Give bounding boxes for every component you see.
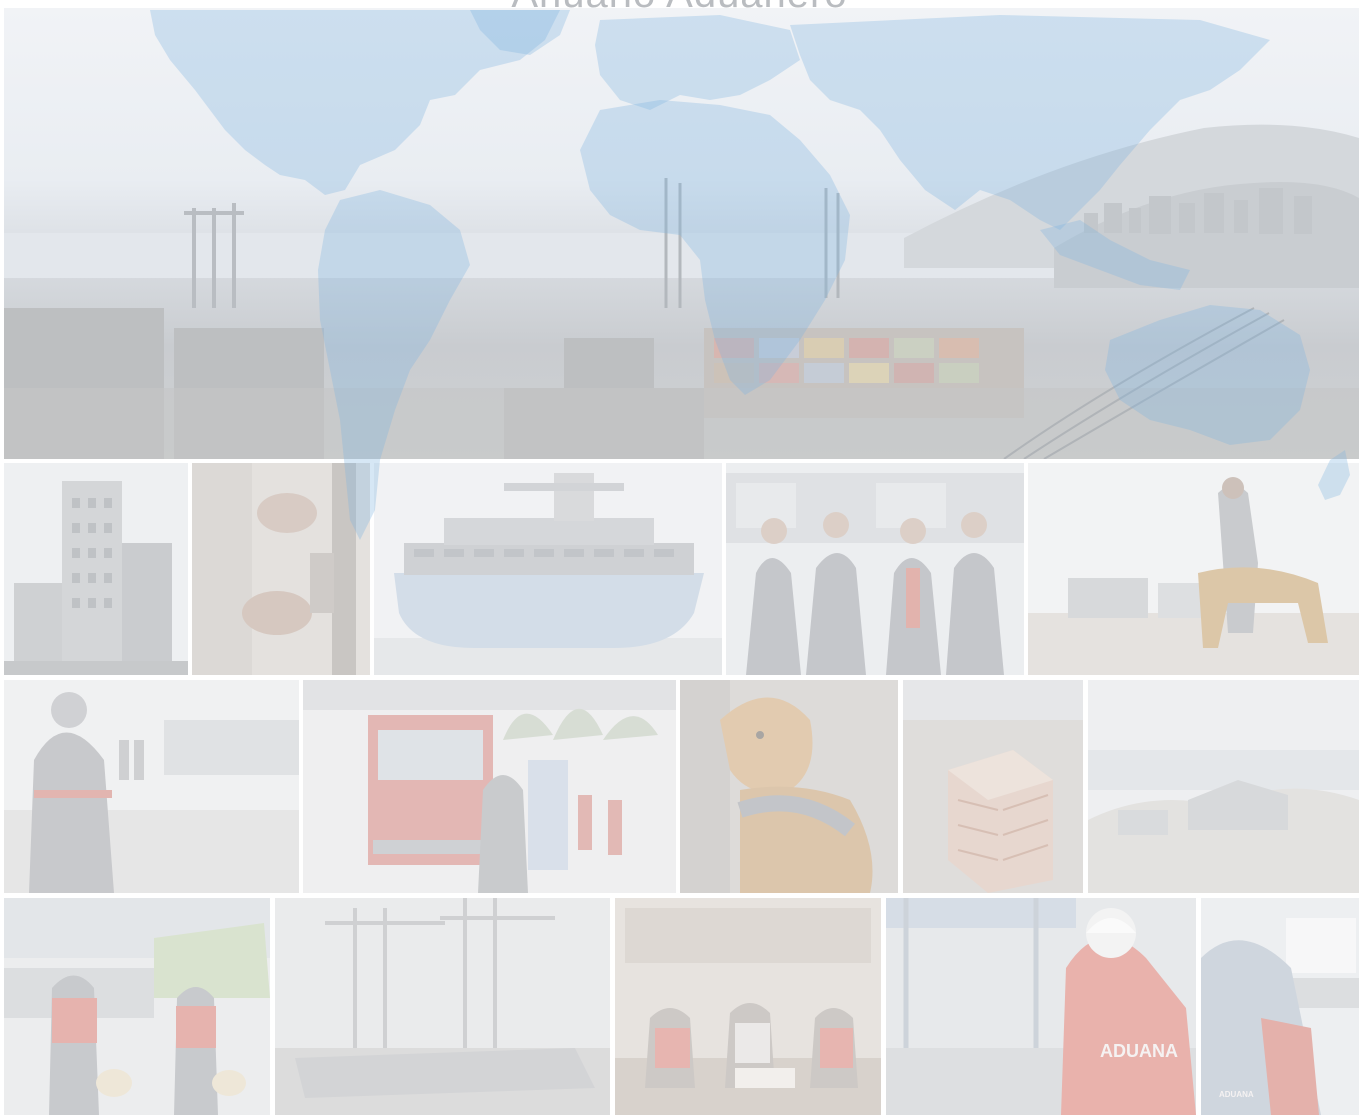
page-title: Anuario Aduanero bbox=[0, 0, 1359, 8]
photo-tower-building bbox=[4, 463, 188, 675]
container-ship-illustration bbox=[374, 463, 722, 675]
photo-officer-street bbox=[4, 680, 299, 893]
inspection-desk-illustration bbox=[615, 898, 881, 1115]
photo-cargo-boxes bbox=[903, 680, 1083, 893]
photo-officers-with-dogs bbox=[4, 898, 270, 1115]
photo-officer-computer: ADUANA bbox=[1201, 898, 1359, 1115]
cargo-boxes-illustration bbox=[903, 680, 1083, 893]
photo-detection-dog bbox=[680, 680, 898, 893]
page: Anuario Aduanero bbox=[0, 0, 1359, 1115]
photo-red-truck-inspection bbox=[303, 680, 676, 893]
aduana-vest-label: ADUANA bbox=[1100, 1041, 1178, 1061]
photo-hands-inspection bbox=[192, 463, 370, 675]
photo-inspection-desk bbox=[615, 898, 881, 1115]
aduana-small-label: ADUANA bbox=[1219, 1090, 1254, 1099]
hero-port-panorama bbox=[4, 8, 1359, 459]
title-strip: Anuario Aduanero bbox=[0, 0, 1359, 8]
crane-worker-illustration bbox=[886, 898, 1196, 1115]
officer-dog-illustration bbox=[1028, 463, 1359, 675]
hands-inspection-illustration bbox=[192, 463, 370, 675]
red-truck-illustration bbox=[303, 680, 676, 893]
port-panorama-illustration bbox=[4, 124, 1359, 459]
photo-container-crane-worker: ADUANA bbox=[886, 898, 1196, 1115]
officer-computer-illustration bbox=[1201, 898, 1359, 1115]
photo-coastal-town bbox=[1088, 680, 1359, 893]
photo-port-cranes bbox=[275, 898, 610, 1115]
tower-building-illustration bbox=[4, 463, 188, 675]
officer-street-illustration bbox=[4, 680, 299, 893]
photo-officer-with-dog bbox=[1028, 463, 1359, 675]
photo-container-ship bbox=[374, 463, 722, 675]
detection-dog-illustration bbox=[680, 680, 898, 893]
coastal-town-illustration bbox=[1088, 680, 1359, 893]
photo-four-officers bbox=[726, 463, 1024, 675]
officers-dogs-illustration bbox=[4, 898, 270, 1115]
port-cranes-illustration bbox=[275, 898, 610, 1115]
four-officers-illustration bbox=[726, 463, 1024, 675]
